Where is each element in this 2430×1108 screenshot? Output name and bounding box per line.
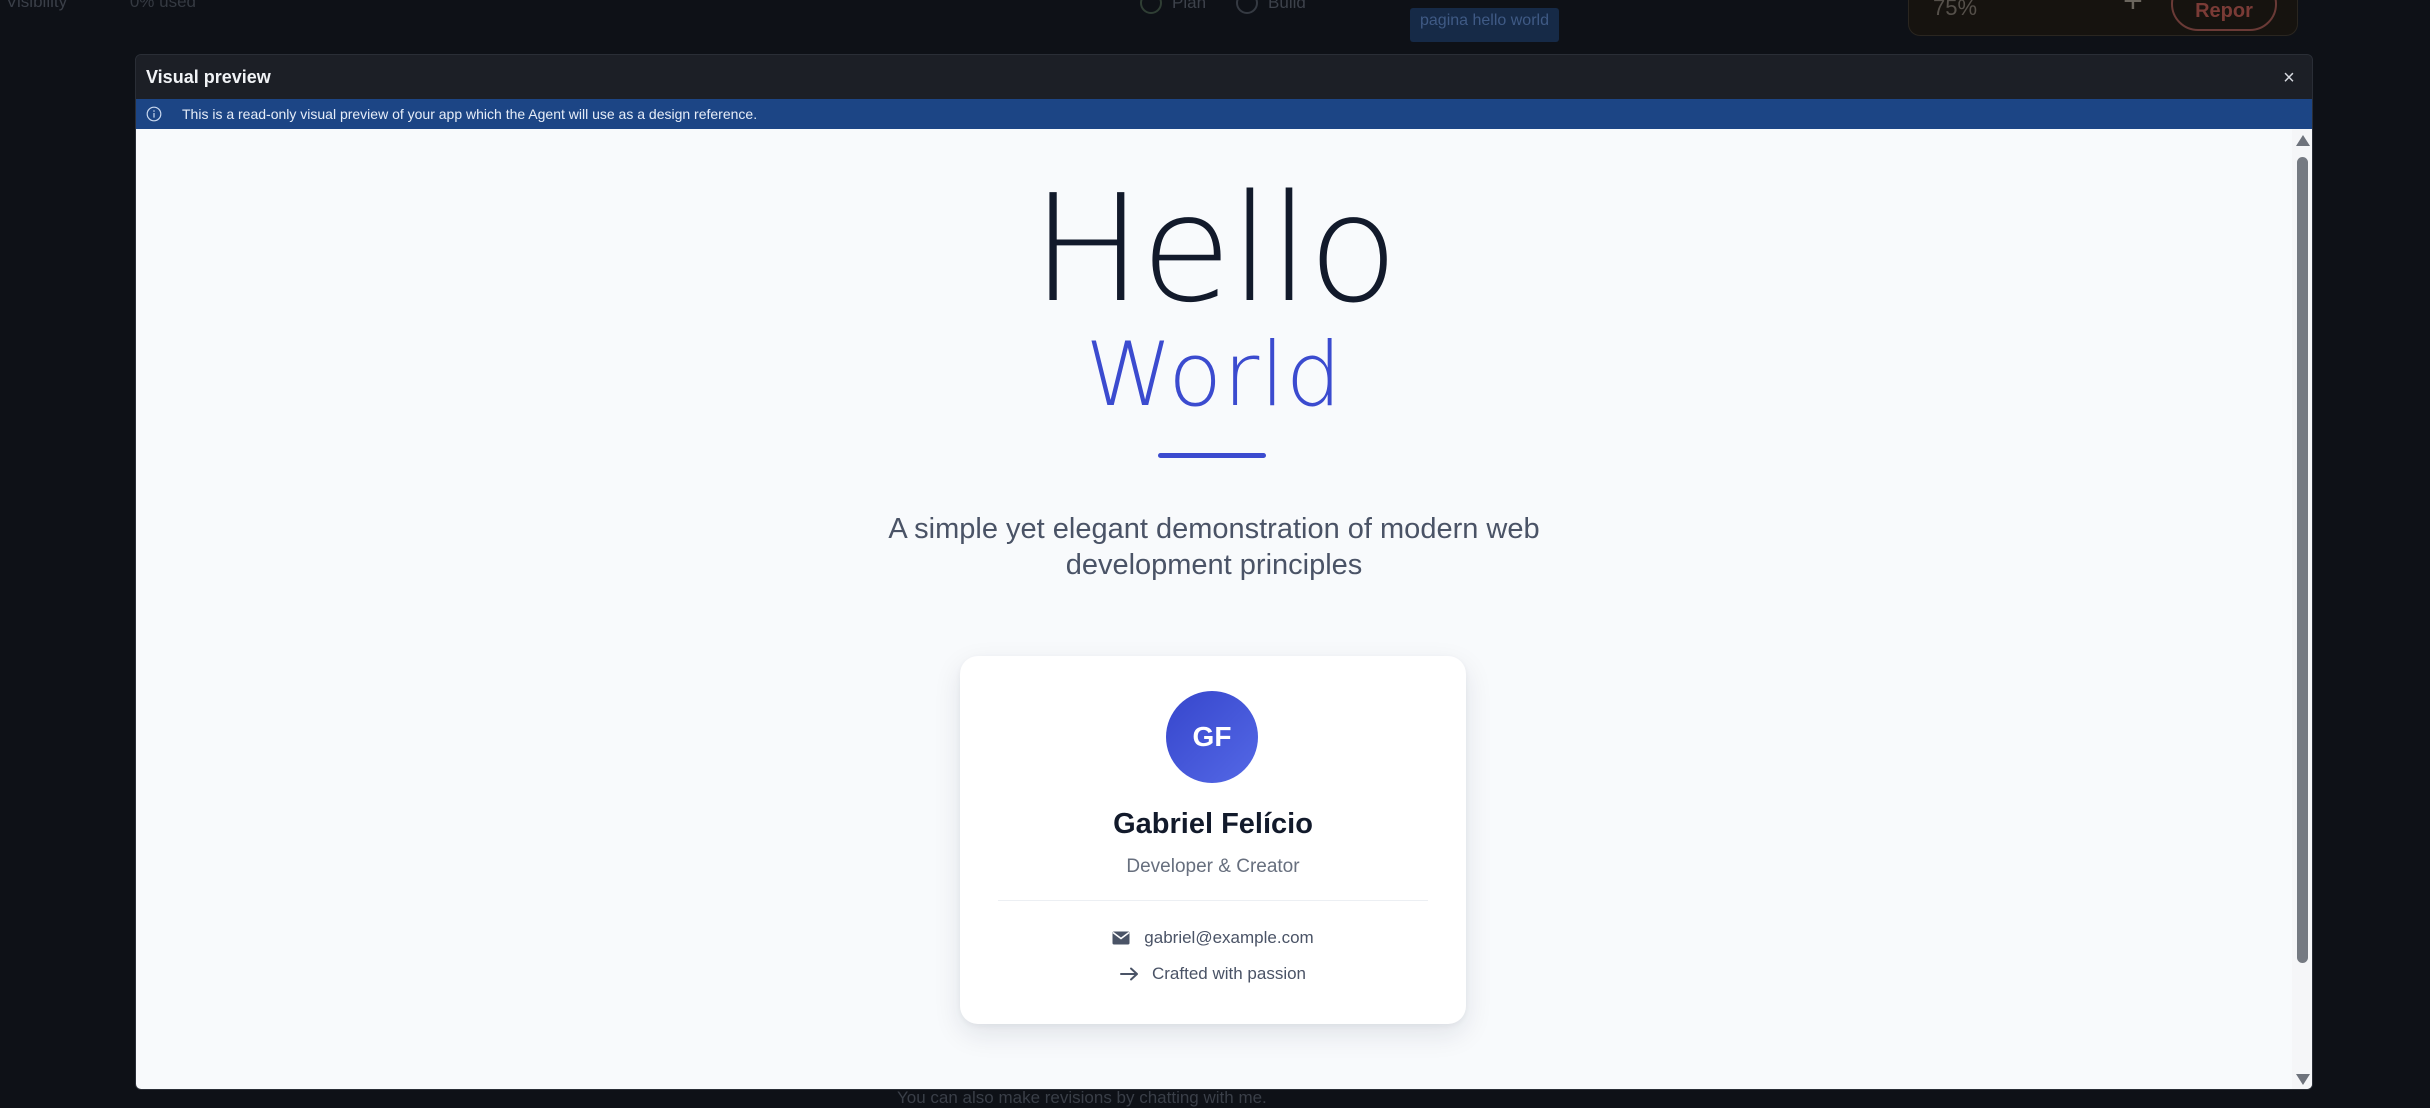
bg-mode-plan: Plan bbox=[1140, 0, 1206, 14]
preview-content: Hello World A simple yet elegant demonst… bbox=[136, 129, 2292, 1090]
bg-mode-plan-icon bbox=[1140, 0, 1162, 14]
scroll-down-arrow-icon[interactable] bbox=[2296, 1074, 2310, 1085]
arrow-right-icon bbox=[1120, 966, 1140, 982]
bg-usage-text: Visibility bbox=[6, 0, 67, 11]
modal-title: Visual preview bbox=[146, 67, 271, 88]
close-icon[interactable]: × bbox=[2278, 67, 2300, 89]
email-row: gabriel@example.com bbox=[960, 928, 1466, 948]
card-divider bbox=[998, 900, 1428, 901]
profile-name: Gabriel Felício bbox=[960, 808, 1466, 841]
bg-mode-build-label: Build bbox=[1268, 0, 1306, 13]
hero-subtitle: World bbox=[136, 325, 2292, 425]
bg-mode-build-icon bbox=[1236, 0, 1258, 14]
info-icon bbox=[146, 106, 162, 122]
modal-header: Visual preview bbox=[136, 55, 2312, 99]
profile-role: Developer & Creator bbox=[960, 856, 1466, 878]
scroll-thumb[interactable] bbox=[2297, 157, 2308, 963]
profile-motto: Crafted with passion bbox=[1152, 964, 1306, 984]
bg-zoom-level: 75% bbox=[1933, 0, 1977, 21]
tagline-line-1: A simple yet elegant demonstration of mo… bbox=[136, 511, 2292, 547]
preview-canvas[interactable]: Hello World A simple yet elegant demonst… bbox=[136, 129, 2312, 1090]
bg-report-button: Repor bbox=[2171, 0, 2277, 31]
bg-mode-switch: Plan Build bbox=[1140, 0, 1306, 14]
bg-task-chip: pagina hello world bbox=[1410, 8, 1559, 42]
avatar: GF bbox=[1166, 691, 1258, 783]
bg-usage-label: Visibility 0% used bbox=[6, 0, 196, 12]
info-banner-text: This is a read-only visual preview of yo… bbox=[182, 106, 757, 122]
visual-preview-modal: Visual preview × This is a read-only vis… bbox=[135, 54, 2313, 1090]
bg-zoom-in-button: + bbox=[2123, 0, 2143, 11]
profile-email: gabriel@example.com bbox=[1144, 928, 1313, 948]
bg-bottom-hint: You can also make revisions by chatting … bbox=[897, 1088, 1267, 1108]
bg-mode-plan-label: Plan bbox=[1172, 0, 1206, 13]
preview-scrollbar[interactable] bbox=[2292, 129, 2312, 1090]
bg-zoom-out-button: − bbox=[2079, 0, 2094, 14]
bg-usage-value: 0% used bbox=[130, 0, 196, 11]
motto-row: Crafted with passion bbox=[960, 964, 1466, 984]
tagline: A simple yet elegant demonstration of mo… bbox=[136, 511, 2292, 583]
bg-zoom-panel: 75% − + Repor bbox=[1908, 0, 2298, 36]
profile-card: GF Gabriel Felício Developer & Creator g… bbox=[960, 656, 1466, 1024]
scroll-up-arrow-icon[interactable] bbox=[2296, 135, 2310, 146]
tagline-line-2: development principles bbox=[136, 547, 2292, 583]
hero-title: Hello bbox=[136, 169, 2292, 329]
info-banner: This is a read-only visual preview of yo… bbox=[136, 99, 2312, 129]
accent-divider bbox=[1158, 453, 1266, 458]
mail-icon bbox=[1112, 930, 1132, 946]
bg-mode-build: Build bbox=[1236, 0, 1306, 14]
